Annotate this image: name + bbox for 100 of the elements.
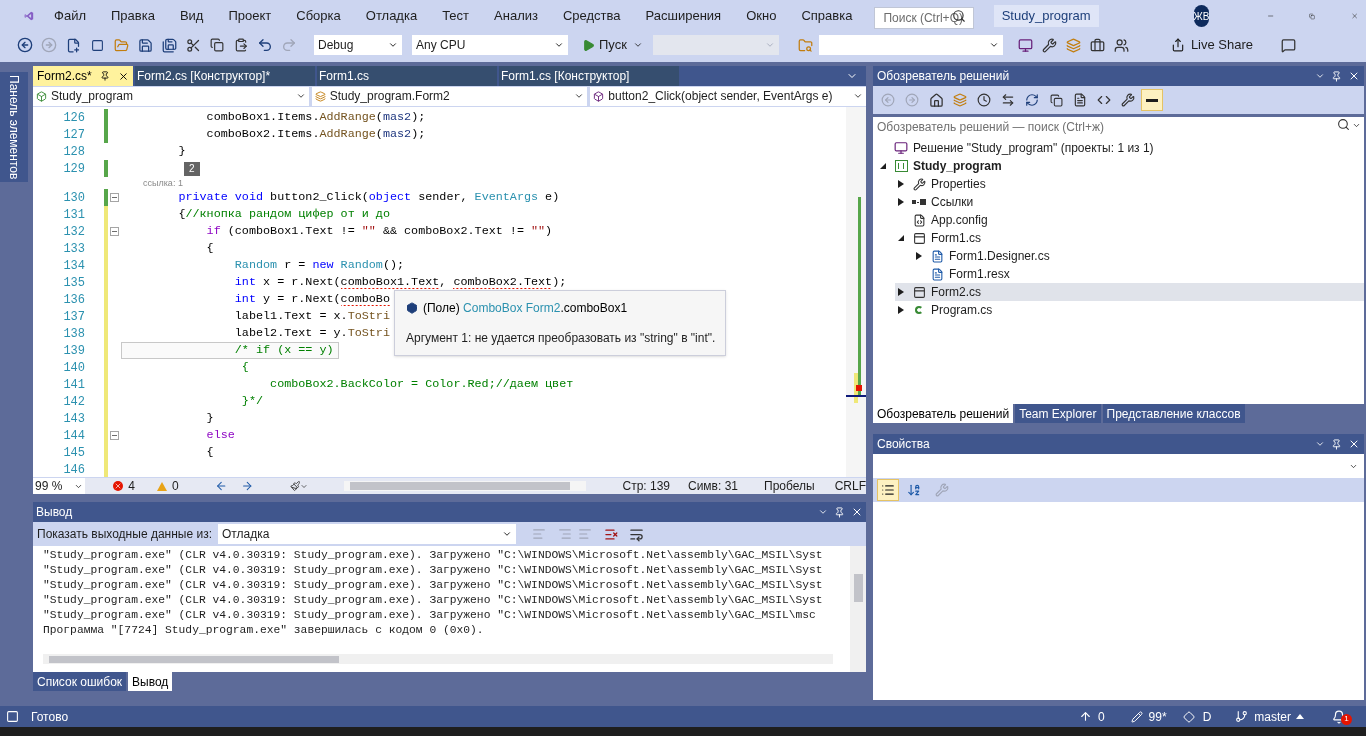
branch-icon[interactable]: [1235, 710, 1249, 723]
reference-count[interactable]: ссылка: 1: [123, 177, 183, 189]
tree-item[interactable]: Form1.Designer.cs: [913, 247, 1364, 265]
navigation-dropdown[interactable]: Study_program: [33, 86, 309, 106]
close-icon[interactable]: [851, 506, 863, 518]
tree-item[interactable]: Form2.cs: [895, 283, 1364, 301]
tree-item[interactable]: App.config: [895, 211, 1364, 229]
collapsed-arrow-icon[interactable]: [898, 306, 904, 314]
caret-icon[interactable]: [632, 40, 643, 50]
navigation-dropdown[interactable]: button2_Click(object sender, EventArgs e): [590, 86, 866, 106]
close-icon[interactable]: [118, 70, 129, 82]
editor-tab[interactable]: Form1.cs: [317, 66, 497, 86]
push-count[interactable]: 0: [1097, 707, 1105, 726]
code-line: private void button2_Click(object sender, EventArgs e): [177, 189, 561, 206]
collapsed-arrow-icon[interactable]: [898, 288, 904, 296]
repository-icon[interactable]: [1182, 710, 1195, 723]
collapse-icon[interactable]: [110, 431, 119, 440]
output-line: "Study_program.exe" (CLR v4.0.30319: Study_program.exe). Загружено "C:\WINDOWS\Microsoft.Net\assembly\GAC_MSIL\Syst: [43, 548, 824, 563]
tree-item[interactable]: Properties: [895, 175, 1364, 193]
start-button[interactable]: Пуск: [578, 35, 631, 55]
push-icon[interactable]: [1078, 710, 1092, 723]
tree-item[interactable]: Form1.resx: [913, 265, 1364, 283]
repository-name[interactable]: D: [1202, 707, 1212, 726]
menu-item[interactable]: Анализ: [494, 6, 538, 26]
indent-mode[interactable]: Пробелы: [764, 477, 815, 495]
error-count[interactable]: 4: [113, 477, 135, 495]
editor-tab[interactable]: Form2.cs*: [33, 66, 133, 86]
panel-tab[interactable]: Обозреватель решений: [873, 404, 1014, 423]
warning-count[interactable]: 0: [156, 477, 179, 495]
cleanup-icon[interactable]: [289, 480, 301, 492]
caret-icon[interactable]: [818, 507, 828, 517]
form-icon: [912, 285, 926, 299]
line-ending[interactable]: CRLF: [834, 477, 866, 495]
horizontal-scrollbar[interactable]: [43, 654, 833, 664]
tree-item[interactable]: Решение "Study_program" (проекты: 1 из 1): [877, 139, 1364, 157]
categorized-icon[interactable]: [877, 479, 899, 501]
search-field[interactable]: Обозреватель решений — поиск (Ctrl+ж): [873, 116, 1364, 138]
toolbox-tab[interactable]: Панель элементов: [0, 72, 28, 183]
back-icon[interactable]: [214, 479, 228, 493]
caret-icon: [1352, 121, 1361, 130]
notifications-icon[interactable]: [1332, 709, 1346, 724]
menu-item[interactable]: Вид: [179, 6, 204, 26]
menu-item[interactable]: Отладка: [365, 6, 418, 26]
menu-item[interactable]: Справка: [801, 6, 853, 26]
live-share-button[interactable]: Live Share: [1170, 35, 1254, 55]
startup-item-dropdown[interactable]: [652, 35, 779, 55]
close-icon[interactable]: [1348, 70, 1360, 82]
menu-item[interactable]: Правка: [111, 6, 155, 26]
vertical-scrollbar[interactable]: [846, 107, 866, 477]
collapsed-arrow-icon[interactable]: [916, 252, 922, 260]
clear-all-icon[interactable]: [604, 526, 619, 542]
changes-count[interactable]: 99*: [1148, 707, 1167, 726]
menu-item[interactable]: Проект: [228, 6, 272, 26]
menu-item[interactable]: Средства: [562, 6, 621, 26]
source-dropdown[interactable]: Отладка: [218, 524, 516, 544]
close-icon[interactable]: [1348, 438, 1360, 450]
caret-icon[interactable]: [1315, 71, 1325, 81]
collapsed-arrow-icon[interactable]: [898, 198, 904, 206]
branch-name[interactable]: master: [1254, 707, 1291, 726]
collapse-icon[interactable]: [110, 193, 119, 202]
tree-item[interactable]: Form1.cs: [895, 229, 1364, 247]
tree-item[interactable]: Program.cs: [895, 301, 1364, 319]
menu-item[interactable]: Файл: [54, 6, 86, 26]
user-avatar[interactable]: ЖВ: [1193, 5, 1210, 27]
panel-tab[interactable]: Список ошибок: [33, 672, 127, 691]
collapsed-arrow-icon[interactable]: [898, 180, 904, 188]
menu-item[interactable]: Расширения: [645, 6, 722, 26]
line-position: Стр: 139: [622, 478, 670, 495]
configuration-dropdown[interactable]: Debug: [314, 35, 402, 55]
panel-tab[interactable]: Team Explorer: [1015, 404, 1101, 423]
panel-tab[interactable]: Представление классов: [1102, 404, 1245, 423]
menu-item[interactable]: Тест: [442, 6, 470, 26]
search-field[interactable]: Поиск (Ctrl+Q): [874, 7, 974, 29]
vertical-scrollbar[interactable]: [850, 546, 866, 672]
panel-tab[interactable]: Вывод: [128, 672, 173, 691]
collapse-icon[interactable]: [110, 227, 119, 236]
tree-item[interactable]: Ссылки: [895, 193, 1364, 211]
zoom-dropdown[interactable]: 99 %: [33, 478, 86, 494]
horizontal-scrollbar[interactable]: [344, 481, 587, 491]
platform-dropdown[interactable]: Any CPU: [412, 35, 568, 55]
forward-icon[interactable]: [241, 479, 254, 493]
code-line: else: [205, 427, 236, 444]
changes-icon[interactable]: [1130, 710, 1143, 723]
pin-icon[interactable]: [1331, 70, 1342, 82]
word-wrap-icon[interactable]: [629, 526, 644, 542]
caret-icon[interactable]: [1315, 439, 1325, 449]
tree-item[interactable]: Study_program: [877, 157, 1364, 175]
expanded-arrow-icon[interactable]: [880, 163, 886, 169]
menu-item[interactable]: Сборка: [296, 6, 341, 26]
navigation-dropdown[interactable]: Study_program.Form2: [311, 86, 588, 106]
hint-badge[interactable]: 2: [184, 161, 200, 176]
preview-toggle[interactable]: [1141, 89, 1163, 111]
editor-tab[interactable]: Form1.cs [Конструктор]: [499, 66, 679, 86]
feedback-icon[interactable]: [1281, 37, 1297, 53]
expanded-arrow-icon[interactable]: [898, 235, 904, 241]
menu-item[interactable]: Окно: [746, 6, 777, 26]
pin-icon[interactable]: [1331, 438, 1342, 450]
pin-icon[interactable]: [100, 71, 110, 81]
pin-icon[interactable]: [834, 506, 845, 518]
editor-tab[interactable]: Form2.cs [Конструктор]*: [135, 66, 315, 86]
